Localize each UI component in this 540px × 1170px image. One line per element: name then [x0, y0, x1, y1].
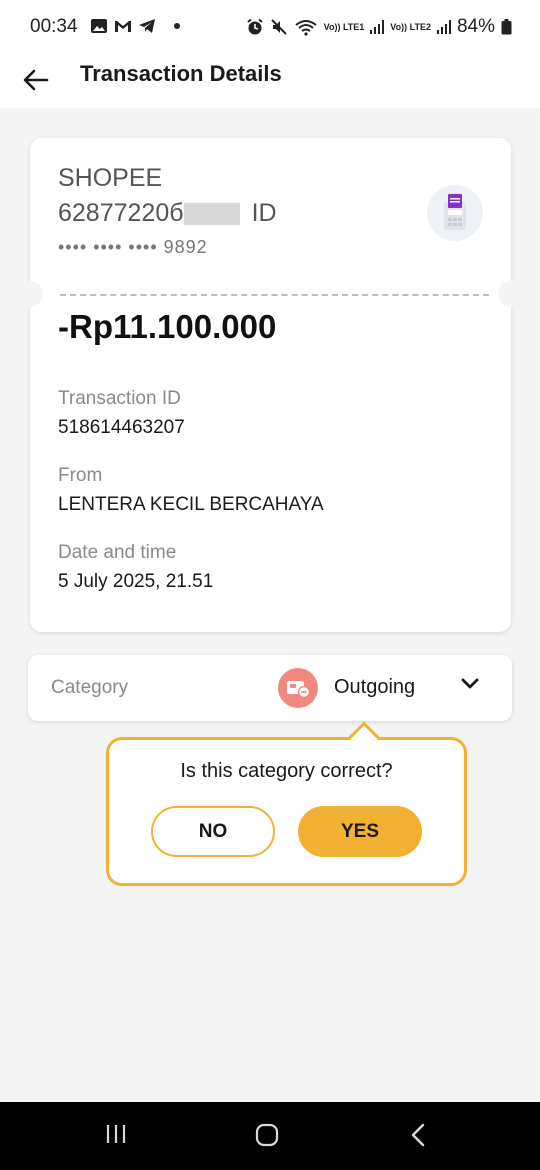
network-lte1: Vo)) LTE1: [323, 21, 365, 32]
recents-icon[interactable]: [104, 1122, 128, 1146]
no-button[interactable]: NO: [151, 806, 275, 857]
telegram-icon: [139, 19, 155, 33]
back-button[interactable]: [16, 60, 56, 100]
edc-terminal-icon: [427, 185, 483, 241]
account-mask: [183, 202, 240, 225]
from-label: From: [58, 465, 103, 486]
signal-icon-2: [436, 20, 451, 34]
battery-percent: 84%: [456, 16, 495, 37]
confirm-question: Is this category correct?: [180, 760, 393, 782]
card-number: •••• •••• •••• 9892: [58, 237, 208, 257]
alarm-icon: [246, 18, 263, 35]
page-title: Transaction Details: [80, 61, 282, 86]
ticket-divider: [60, 294, 489, 296]
datetime-value: 5 July 2025, 21.51: [58, 571, 214, 592]
account-suffix: ID: [251, 199, 277, 227]
account-number: 62877220б: [58, 199, 184, 227]
notification-icons: [90, 17, 180, 35]
system-icons: Vo)) LTE1 Vo)) LTE2 84%: [246, 16, 512, 38]
category-label: Category: [51, 677, 129, 698]
app-header: Transaction Details: [0, 56, 540, 108]
battery-icon: [501, 19, 512, 35]
category-selector[interactable]: Category Outgoing: [28, 655, 512, 721]
home-icon[interactable]: [254, 1122, 280, 1148]
more-notifications-dot: [174, 23, 180, 29]
transaction-id-value: 518614463207: [58, 417, 185, 438]
back-icon[interactable]: [408, 1122, 428, 1148]
system-nav-bar: [0, 1102, 540, 1170]
category-value: Outgoing: [334, 676, 416, 698]
gallery-icon: [91, 19, 107, 33]
merchant-name: SHOPEE: [58, 164, 163, 192]
category-confirm-popover: Is this category correct? NO YES: [106, 737, 467, 886]
datetime-label: Date and time: [58, 542, 177, 563]
wifi-icon: [295, 20, 317, 36]
signal-icon-1: [370, 20, 385, 34]
from-value: LENTERA KECIL BERCAHAYA: [58, 494, 324, 515]
yes-button[interactable]: YES: [298, 806, 422, 857]
arrow-left-icon: [23, 69, 49, 91]
status-bar: 00:34 Vo)) LTE1 Vo)) LTE2 84%: [0, 0, 540, 56]
status-time: 00:34: [30, 16, 78, 37]
ticket-notch-right: [498, 281, 524, 307]
mute-icon: [270, 19, 287, 35]
transaction-card: SHOPEE 62877220б ID •••• •••• •••• 9892 …: [17, 138, 524, 632]
transaction-amount: -Rp11.100.000: [58, 308, 277, 345]
ticket-notch-left: [17, 281, 43, 307]
account-row: 62877220б ID: [58, 199, 277, 228]
chevron-down-icon[interactable]: [460, 677, 480, 691]
transaction-id-label: Transaction ID: [58, 388, 181, 409]
gmail-icon: [115, 21, 131, 32]
outgoing-icon: [278, 668, 318, 708]
network-lte2: Vo)) LTE2: [390, 21, 431, 32]
